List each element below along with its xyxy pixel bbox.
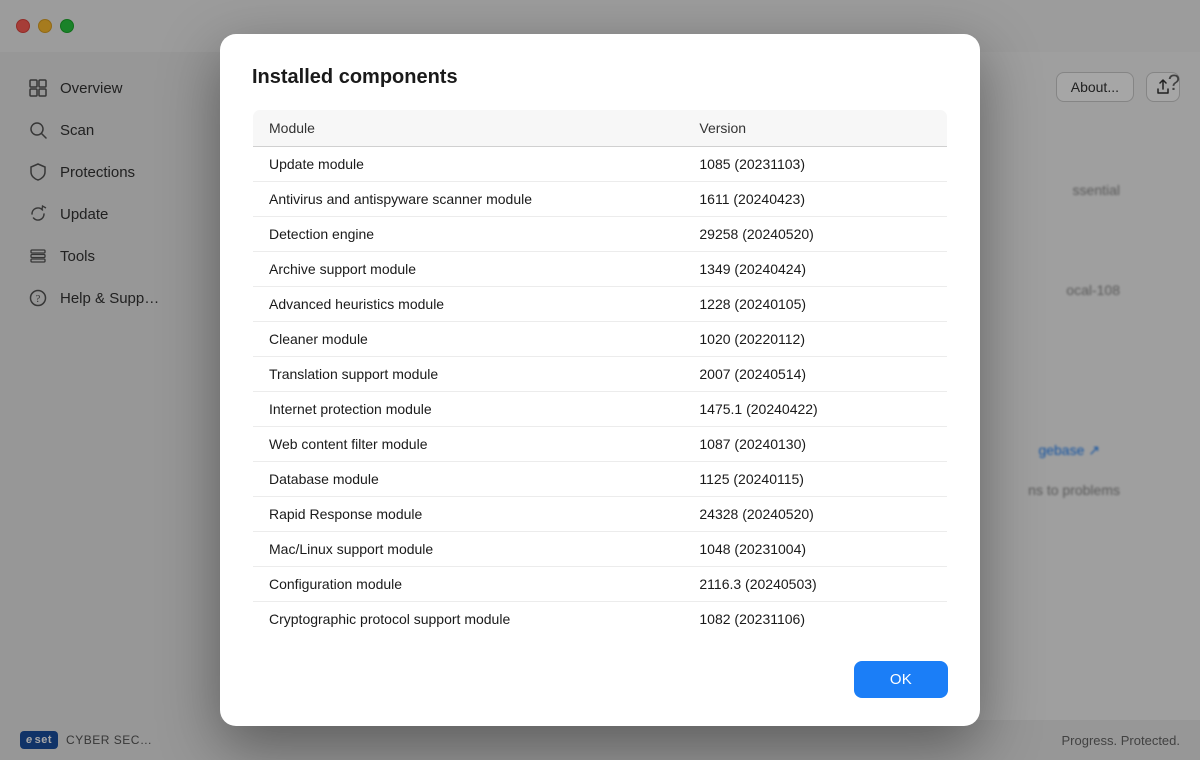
table-row: Update module1085 (20231103)	[253, 147, 948, 182]
module-cell: Rapid Response module	[253, 497, 684, 532]
version-column-header: Version	[683, 110, 947, 147]
version-cell: 1611 (20240423)	[683, 182, 947, 217]
table-body: Update module1085 (20231103)Antivirus an…	[253, 147, 948, 637]
version-cell: 1085 (20231103)	[683, 147, 947, 182]
version-cell: 1048 (20231004)	[683, 532, 947, 567]
module-cell: Web content filter module	[253, 427, 684, 462]
table-row: Archive support module1349 (20240424)	[253, 252, 948, 287]
table-header: Module Version	[253, 110, 948, 147]
table-row: Rapid Response module24328 (20240520)	[253, 497, 948, 532]
table-row: Detection engine29258 (20240520)	[253, 217, 948, 252]
module-cell: Cryptographic protocol support module	[253, 602, 684, 637]
modal-overlay: Installed components Module Version Upda…	[0, 0, 1200, 760]
version-cell: 1020 (20220112)	[683, 322, 947, 357]
table-row: Cleaner module1020 (20220112)	[253, 322, 948, 357]
modal-title: Installed components	[252, 66, 948, 89]
module-cell: Update module	[253, 147, 684, 182]
version-cell: 1082 (20231106)	[683, 602, 947, 637]
components-table: Module Version Update module1085 (202311…	[252, 109, 948, 637]
table-row: Advanced heuristics module1228 (20240105…	[253, 287, 948, 322]
version-cell: 1125 (20240115)	[683, 462, 947, 497]
table-row: Translation support module2007 (20240514…	[253, 357, 948, 392]
table-row: Database module1125 (20240115)	[253, 462, 948, 497]
table-row: Antivirus and antispyware scanner module…	[253, 182, 948, 217]
version-cell: 1349 (20240424)	[683, 252, 947, 287]
version-cell: 2007 (20240514)	[683, 357, 947, 392]
module-cell: Translation support module	[253, 357, 684, 392]
module-cell: Advanced heuristics module	[253, 287, 684, 322]
table-row: Cryptographic protocol support module108…	[253, 602, 948, 637]
ok-button[interactable]: OK	[854, 661, 948, 698]
version-cell: 29258 (20240520)	[683, 217, 947, 252]
table-row: Internet protection module1475.1 (202404…	[253, 392, 948, 427]
module-cell: Mac/Linux support module	[253, 532, 684, 567]
module-cell: Detection engine	[253, 217, 684, 252]
module-cell: Database module	[253, 462, 684, 497]
version-cell: 24328 (20240520)	[683, 497, 947, 532]
module-cell: Internet protection module	[253, 392, 684, 427]
module-cell: Archive support module	[253, 252, 684, 287]
version-cell: 1087 (20240130)	[683, 427, 947, 462]
module-cell: Cleaner module	[253, 322, 684, 357]
module-cell: Configuration module	[253, 567, 684, 602]
module-column-header: Module	[253, 110, 684, 147]
version-cell: 1475.1 (20240422)	[683, 392, 947, 427]
table-row: Web content filter module1087 (20240130)	[253, 427, 948, 462]
table-row: Mac/Linux support module1048 (20231004)	[253, 532, 948, 567]
version-cell: 1228 (20240105)	[683, 287, 947, 322]
table-row: Configuration module2116.3 (20240503)	[253, 567, 948, 602]
installed-components-modal: Installed components Module Version Upda…	[220, 34, 980, 726]
module-cell: Antivirus and antispyware scanner module	[253, 182, 684, 217]
version-cell: 2116.3 (20240503)	[683, 567, 947, 602]
modal-footer: OK	[252, 657, 948, 698]
